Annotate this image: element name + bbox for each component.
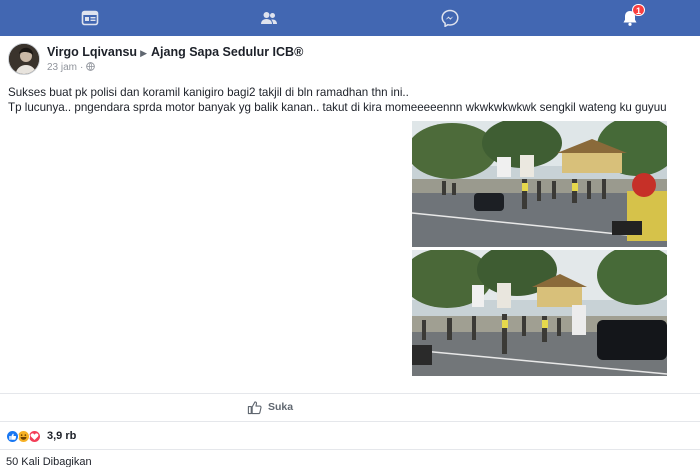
like-label: Suka [268, 401, 294, 413]
post-text: Sukses buat pk polisi dan koramil kanigi… [8, 85, 692, 115]
notification-badge: 1 [632, 4, 646, 16]
post-text-line: Sukses buat pk polisi dan koramil kanigi… [8, 86, 409, 99]
friends-icon[interactable] [260, 9, 278, 27]
author-name[interactable]: Virgo Lqivansu [47, 45, 137, 59]
post-header: Virgo Lqivansu ▶ Ajang Sapa Sedulur ICB® 2… [8, 43, 688, 77]
feed-icon[interactable] [81, 9, 99, 27]
top-navigation-bar: 1 [0, 0, 700, 36]
globe-icon [86, 62, 96, 71]
divider [0, 449, 700, 450]
thumbs-up-icon [247, 400, 262, 415]
avatar[interactable] [8, 43, 40, 75]
messenger-icon[interactable] [441, 9, 459, 27]
post-photo-1[interactable] [412, 121, 667, 247]
share-count[interactable]: 50 Kali Dibagikan [6, 456, 92, 467]
post-text-line: Tp lucunya.. pngendara sprda motor banya… [8, 101, 667, 114]
post-timestamp[interactable]: 23 jam [47, 62, 77, 73]
reaction-count: 3,9 rb [47, 430, 77, 442]
post-meta: 23 jam · [47, 62, 96, 73]
like-button[interactable]: Suka [247, 398, 293, 416]
separator-dot: · [80, 62, 84, 73]
reactions-summary[interactable]: 3,9 rb [6, 428, 76, 444]
group-name[interactable]: Ajang Sapa Sedulur ICB® [151, 45, 303, 59]
post-photo-2[interactable] [412, 250, 667, 376]
author-line: Virgo Lqivansu ▶ Ajang Sapa Sedulur ICB® [47, 45, 303, 59]
arrow-right-icon: ▶ [140, 48, 147, 58]
like-reaction-icon [6, 429, 19, 443]
divider [0, 421, 700, 422]
action-bar: Suka [0, 394, 700, 420]
